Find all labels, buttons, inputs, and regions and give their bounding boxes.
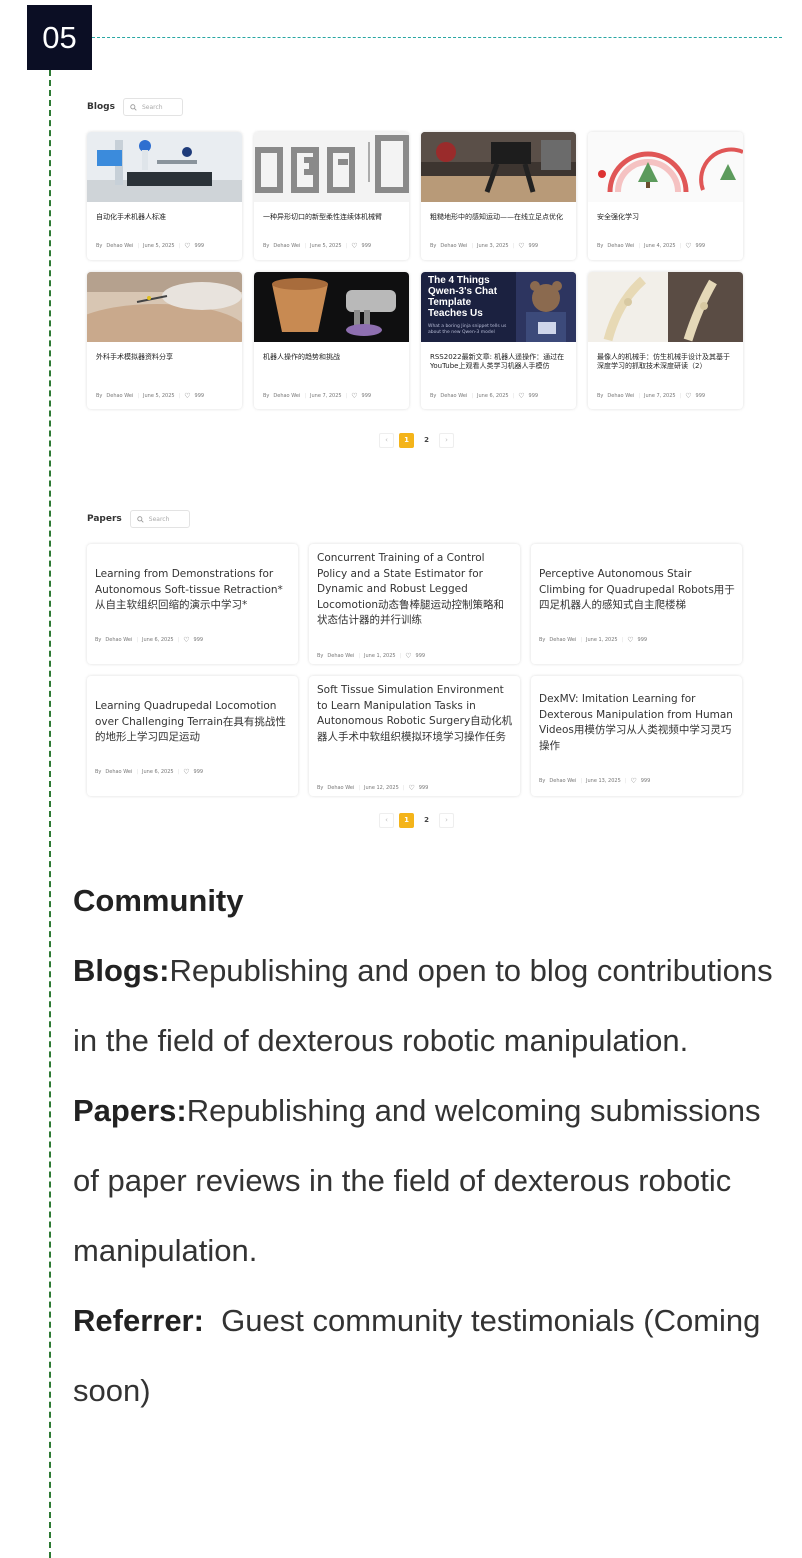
blog-thumbnail-robot-hand-pot [254, 272, 409, 342]
heart-icon[interactable]: ♡ [183, 768, 189, 776]
paper-title: Concurrent Training of a Control Policy … [317, 552, 505, 626]
qwen-banner-subtitle: What a boring Jinja snippet tells us abo… [428, 324, 507, 335]
heart-icon[interactable]: ♡ [183, 636, 189, 644]
paper-title: Learning Quadrupedal Locomotion over Cha… [95, 700, 286, 743]
blog-meta: By Dehao Wei | June 5, 2025 | ♡ 999 [96, 392, 205, 400]
paper-card[interactable]: Concurrent Training of a Control Policy … [309, 544, 520, 664]
prev-page-button[interactable]: ‹ [379, 433, 394, 448]
heart-icon[interactable]: ♡ [184, 242, 190, 250]
page-1-button[interactable]: 1 [399, 433, 414, 448]
heart-icon[interactable]: ♡ [518, 392, 524, 400]
heart-icon[interactable]: ♡ [630, 777, 636, 785]
community-item-papers: Papers:Republishing and welcoming submis… [73, 1093, 761, 1268]
next-page-button[interactable]: › [439, 433, 454, 448]
next-page-button[interactable]: › [439, 813, 454, 828]
blog-card[interactable]: 粗糙地形中的感知运动——在线立足点优化 By Dehao Wei | June 3,… [421, 132, 576, 260]
paper-title: Perceptive Autonomous Stair Climbing for… [539, 568, 735, 611]
blog-card[interactable]: 最像人的机械手：仿生机械手设计及其基于深度学习的抓取技术深度研读（2） By De… [588, 272, 743, 409]
heart-icon[interactable]: ♡ [408, 784, 414, 792]
papers-header: Papers Search [87, 510, 190, 528]
blog-thumbnail-safe-rl [588, 132, 743, 202]
blog-thumbnail-surgical-robot [87, 132, 242, 202]
paper-card[interactable]: Learning from Demonstrations for Autonom… [87, 544, 298, 664]
heart-icon[interactable]: ♡ [627, 636, 633, 644]
prev-page-button[interactable]: ‹ [379, 813, 394, 828]
blog-meta: By Dehao Wei | June 4, 2025 | ♡ 999 [597, 242, 706, 250]
blog-card[interactable]: 机器人操作的趋势和挑战 By Dehao Wei | June 7, 2025 | ♡… [254, 272, 409, 409]
paper-meta: By Dehao Wei | June 13, 2025 | ♡ 999 [539, 777, 651, 785]
papers-pagination: ‹ 1 2 › [379, 813, 454, 828]
blog-thumbnail-qwen-banner: The 4 Things Qwen-3's Chat Template Teac… [421, 272, 576, 342]
paper-title: Learning from Demonstrations for Autonom… [95, 568, 283, 611]
blog-title: 机器人操作的趋势和挑战 [263, 353, 340, 361]
blog-card[interactable]: 安全强化学习 By Dehao Wei | June 4, 2025 | ♡ 999 [588, 132, 743, 260]
paper-meta: By Dehao Wei | June 1, 2025 | ♡ 999 [539, 636, 648, 644]
heart-icon[interactable]: ♡ [351, 392, 357, 400]
paper-title: Soft Tissue Simulation Environment to Le… [317, 684, 513, 743]
paper-card[interactable]: Soft Tissue Simulation Environment to Le… [309, 676, 520, 796]
blogs-pagination: ‹ 1 2 › [379, 433, 454, 448]
heart-icon[interactable]: ♡ [518, 242, 524, 250]
page-1-button[interactable]: 1 [399, 813, 414, 828]
blog-thumbnail-surgery-simulator [87, 272, 242, 342]
community-item-blogs: Blogs:Republishing and open to blog cont… [73, 953, 773, 1058]
blog-meta: By Dehao Wei | June 5, 2025 | ♡ 999 [96, 242, 205, 250]
blog-title: 外科手术模拟器资料分享 [96, 353, 173, 361]
qwen-banner-headline: The 4 Things Qwen-3's Chat Template Teac… [428, 275, 498, 319]
blogs-title: Blogs [87, 102, 115, 112]
blog-card[interactable]: The 4 Things Qwen-3's Chat Template Teac… [421, 272, 576, 409]
horizontal-divider [92, 37, 782, 38]
heart-icon[interactable]: ♡ [405, 652, 411, 660]
papers-title: Papers [87, 514, 122, 524]
paper-meta: By Dehao Wei | June 12, 2025 | ♡ 999 [317, 784, 429, 792]
community-description: Community Blogs:Republishing and open to… [73, 866, 773, 1426]
blog-thumbnail-bionic-hand [588, 272, 743, 342]
blog-title: 一种异形切口的新型柔性连续体机械臂 [263, 213, 382, 221]
papers-search-input[interactable]: Search [129, 510, 190, 528]
community-item-referrer: Referrer: Guest community testimonials (… [73, 1303, 770, 1408]
papers-panel: Papers Search Learning from Demonstratio… [80, 500, 750, 840]
paper-card[interactable]: DexMV: Imitation Learning for Dexterous … [531, 676, 742, 796]
search-placeholder: Search [148, 515, 170, 523]
search-icon [130, 103, 137, 111]
blogs-panel: Blogs Search 自动化手术机器人标准 By Dehao Wei | Jun… [80, 90, 750, 470]
blog-meta: By Dehao Wei | June 7, 2025 | ♡ 999 [597, 392, 706, 400]
blog-thumbnail-continuum-arm [254, 132, 409, 202]
blog-title: 安全强化学习 [597, 213, 639, 221]
paper-meta: By Dehao Wei | June 1, 2025 | ♡ 999 [317, 652, 426, 660]
blog-title: RSS2022最新文章: 机器人遥操作：通过在YouTube上观看人类学习机器人… [430, 353, 565, 370]
heart-icon[interactable]: ♡ [685, 242, 691, 250]
community-heading: Community [73, 883, 244, 918]
blog-card[interactable]: 外科手术模拟器资料分享 By Dehao Wei | June 5, 2025 | ♡… [87, 272, 242, 409]
paper-meta: By Dehao Wei | June 6, 2025 | ♡ 999 [95, 636, 204, 644]
paper-card[interactable]: Learning Quadrupedal Locomotion over Cha… [87, 676, 298, 796]
blog-thumbnail-legged-robot [421, 132, 576, 202]
vertical-divider [49, 70, 51, 1558]
blog-title: 最像人的机械手：仿生机械手设计及其基于深度学习的抓取技术深度研读（2） [597, 353, 730, 370]
heart-icon[interactable]: ♡ [184, 392, 190, 400]
blogs-header: Blogs Search [87, 98, 183, 116]
paper-title: DexMV: Imitation Learning for Dexterous … [539, 693, 733, 752]
blog-meta: By Dehao Wei | June 6, 2025 | ♡ 999 [430, 392, 539, 400]
paper-meta: By Dehao Wei | June 6, 2025 | ♡ 999 [95, 768, 204, 776]
search-icon [137, 515, 144, 523]
blog-title: 自动化手术机器人标准 [96, 213, 166, 221]
blogs-search-input[interactable]: Search [122, 98, 183, 116]
blog-card[interactable]: 自动化手术机器人标准 By Dehao Wei | June 5, 2025 | ♡ 9… [87, 132, 242, 260]
page-2-button[interactable]: 2 [419, 813, 434, 828]
paper-card[interactable]: Perceptive Autonomous Stair Climbing for… [531, 544, 742, 664]
search-placeholder: Search [141, 103, 163, 111]
page-2-button[interactable]: 2 [419, 433, 434, 448]
blog-meta: By Dehao Wei | June 3, 2025 | ♡ 999 [430, 242, 539, 250]
blog-title: 粗糙地形中的感知运动——在线立足点优化 [430, 213, 563, 221]
bear-illustration [516, 272, 576, 342]
blog-meta: By Dehao Wei | June 7, 2025 | ♡ 999 [263, 392, 372, 400]
heart-icon[interactable]: ♡ [351, 242, 357, 250]
blog-card[interactable]: 一种异形切口的新型柔性连续体机械臂 By Dehao Wei | June 5, 2… [254, 132, 409, 260]
section-number-badge: 05 [27, 5, 92, 70]
blog-meta: By Dehao Wei | June 5, 2025 | ♡ 999 [263, 242, 372, 250]
heart-icon[interactable]: ♡ [685, 392, 691, 400]
